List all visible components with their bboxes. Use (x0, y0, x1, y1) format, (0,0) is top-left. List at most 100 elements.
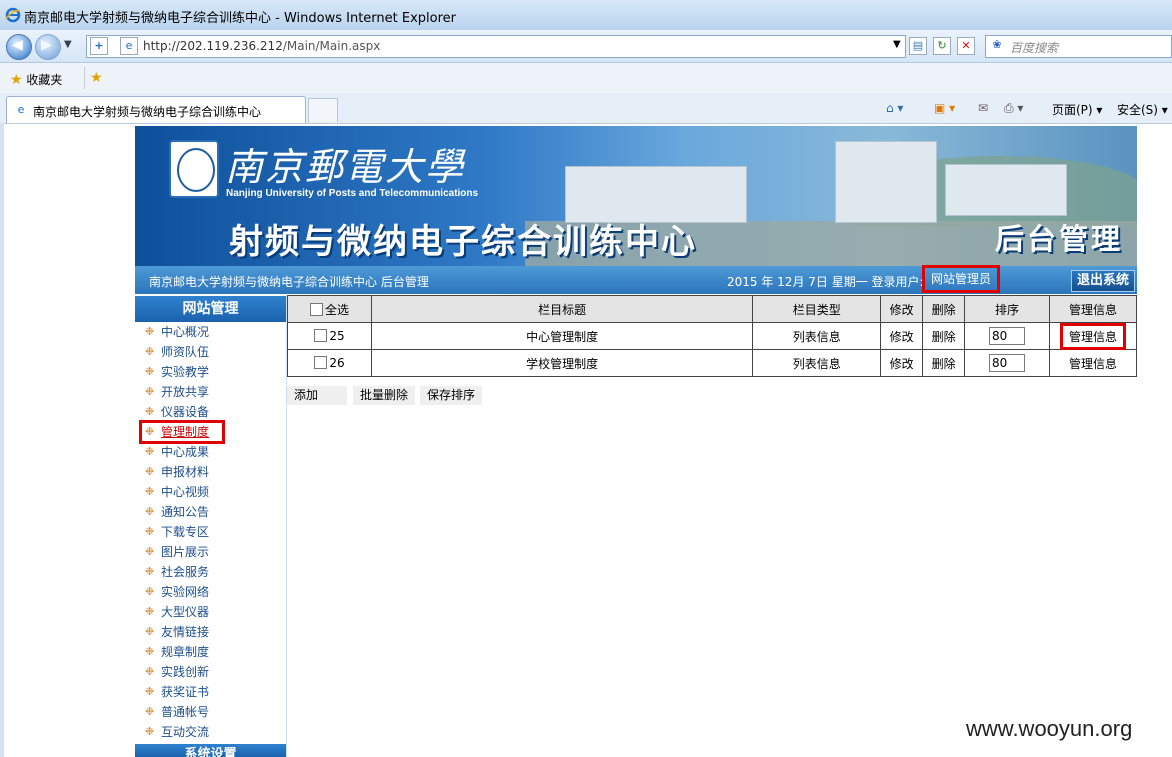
window-title: 南京邮电大学射频与微纳电子综合训练中心 - Windows Internet E… (24, 11, 456, 26)
sidebar-item-label: 中心概况 (161, 325, 210, 339)
add-button[interactable]: 添加 (287, 386, 347, 405)
header-select-all[interactable]: 全选 (287, 295, 372, 323)
bullet-icon: ❉ (145, 665, 155, 678)
search-box[interactable]: ❀ 百度搜索 (985, 35, 1172, 58)
bullet-icon: ❉ (145, 365, 155, 378)
row-sort-cell (964, 349, 1050, 377)
sidebar-item[interactable]: ❉ 实验网络 (135, 582, 286, 602)
window-titlebar: 南京邮电大学射频与微纳电子综合训练中心 - Windows Internet E… (0, 0, 1172, 31)
sort-input[interactable] (989, 327, 1026, 345)
sidebar-item[interactable]: ❉ 仪器设备 (135, 402, 286, 422)
safety-menu[interactable]: 安全(S) ▾ (1117, 101, 1168, 118)
date-login-label: 2015 年 12月 7日 星期一 登录用户: (727, 275, 924, 289)
row-manage-link[interactable]: 管理信息 (1048, 349, 1138, 377)
history-dropdown-icon[interactable]: ▼ (64, 39, 72, 50)
new-tab-button[interactable] (308, 98, 338, 122)
baidu-paw-icon: ❀ (989, 37, 1005, 53)
select-all-checkbox[interactable] (309, 302, 323, 316)
stop-icon[interactable]: ✕ (957, 37, 975, 55)
row-title: 中心管理制度 (370, 322, 754, 350)
sidebar-item-label: 开放共享 (161, 385, 210, 399)
header-type: 栏目类型 (752, 295, 882, 323)
sidebar-item[interactable]: ❉ 友情链接 (135, 622, 286, 642)
compatibility-icon[interactable]: ▤ (909, 37, 927, 55)
sidebar-item[interactable]: ❉ 图片展示 (135, 542, 286, 562)
bullet-icon: ❉ (145, 605, 155, 618)
sidebar-item[interactable]: ❉ 下载专区 (135, 522, 286, 542)
bullet-icon: ❉ (145, 425, 155, 438)
row-edit-link[interactable]: 修改 (880, 322, 924, 350)
current-user: 网站管理员 (921, 265, 1001, 293)
back-button[interactable]: ◀ (6, 34, 32, 60)
row-sort-cell (964, 322, 1050, 350)
add-favorite-icon[interactable]: ★ (90, 70, 103, 86)
sidebar-item[interactable]: ❉ 实验教学 (135, 362, 286, 382)
sidebar-item[interactable]: ❉ 规章制度 (135, 642, 286, 662)
batch-delete-button[interactable]: 批量删除 (353, 386, 416, 405)
address-url[interactable]: http://202.119.236.212/Main/Main.aspx (143, 39, 380, 53)
logout-button[interactable]: 退出系统 (1071, 270, 1135, 292)
forward-button[interactable]: ▶ (35, 34, 61, 60)
sidebar-item[interactable]: ❉ 互动交流 (135, 722, 286, 742)
table-header-row: 全选 栏目标题 栏目类型 修改 删除 排序 管理信息 (287, 295, 1138, 323)
sidebar-item[interactable]: ❉ 社会服务 (135, 562, 286, 582)
row-type: 列表信息 (752, 349, 882, 377)
page-menu[interactable]: 页面(P) ▾ (1052, 101, 1102, 118)
center-title: 射频与微纳电子综合训练中心 (229, 222, 697, 262)
favorites-star-icon: ★ (10, 72, 23, 88)
row-select-cell: 25 (287, 322, 372, 350)
sidebar-item[interactable]: ❉ 普通帐号 (135, 702, 286, 722)
row-type: 列表信息 (752, 322, 882, 350)
university-seal-icon (169, 140, 219, 198)
compat-view-icon[interactable]: + (90, 37, 108, 55)
back-arrow-icon: ◀ (12, 37, 23, 53)
sidebar-section-system[interactable]: 系统设置 (135, 744, 286, 757)
sort-input[interactable] (989, 354, 1026, 372)
row-delete-link[interactable]: 删除 (922, 349, 966, 377)
bullet-icon: ❉ (145, 445, 155, 458)
sidebar-item[interactable]: ❉ 申报材料 (135, 462, 286, 482)
row-checkbox[interactable] (314, 329, 328, 342)
sidebar-item-label: 管理制度 (161, 425, 210, 439)
print-icon[interactable]: ⎙ ▾ (1004, 101, 1023, 116)
sidebar-item[interactable]: ❉ 获奖证书 (135, 682, 286, 702)
sidebar-item[interactable]: ❉ 中心概况 (135, 322, 286, 342)
row-manage-cell: 管理信息 (1048, 322, 1138, 350)
header-sort: 排序 (964, 295, 1050, 323)
bullet-icon: ❉ (145, 625, 155, 638)
bullet-icon: ❉ (145, 405, 155, 418)
sidebar: 网站管理 ❉ 中心概况 ❉ 师资队伍 ❉ 实验教学 ❉ 开放共享 ❉ 仪器设备 ❉ 管理制度… (135, 296, 287, 757)
favorites-button[interactable]: ★ 收藏夹 (10, 71, 62, 88)
row-delete-link[interactable]: 删除 (922, 322, 966, 350)
sidebar-item-label: 友情链接 (161, 625, 210, 639)
home-icon[interactable]: ⌂ ▾ (886, 101, 903, 115)
tab-current[interactable]: e 南京邮电大学射频与微纳电子综合训练中心 (6, 96, 306, 123)
bullet-icon: ❉ (145, 645, 155, 658)
row-title: 学校管理制度 (370, 349, 754, 377)
row-checkbox[interactable] (314, 356, 328, 369)
refresh-icon[interactable]: ↻ (933, 37, 951, 55)
sidebar-item-label: 中心视频 (161, 485, 210, 499)
sidebar-item-active[interactable]: ❉ 管理制度 (139, 420, 225, 444)
mail-icon[interactable]: ✉ (978, 101, 988, 115)
bullet-icon: ❉ (145, 685, 155, 698)
bullet-icon: ❉ (145, 525, 155, 538)
university-name-cn: 南京郵電大學 (225, 145, 466, 189)
manage-info-link[interactable]: 管理信息 (1059, 322, 1127, 350)
sidebar-item[interactable]: ❉ 通知公告 (135, 502, 286, 522)
sidebar-item[interactable]: ❉ 实践创新 (135, 662, 286, 682)
row-edit-link[interactable]: 修改 (880, 349, 924, 377)
sidebar-item[interactable]: ❉ 中心成果 (135, 442, 286, 462)
address-bar[interactable]: + e http://202.119.236.212/Main/Main.asp… (86, 35, 906, 58)
feeds-icon[interactable]: ▣ ▾ (934, 101, 955, 115)
page-icon: e (120, 37, 138, 55)
sidebar-item[interactable]: ❉ 大型仪器 (135, 602, 286, 622)
save-sort-button[interactable]: 保存排序 (420, 386, 483, 405)
sidebar-item[interactable]: ❉ 开放共享 (135, 382, 286, 402)
sidebar-heading: 网站管理 (135, 296, 286, 322)
sidebar-item-label: 大型仪器 (161, 605, 210, 619)
sidebar-item-label: 互动交流 (161, 725, 210, 739)
sidebar-item[interactable]: ❉ 师资队伍 (135, 342, 286, 362)
address-dropdown-icon[interactable]: ▼ (893, 39, 901, 50)
sidebar-item[interactable]: ❉ 中心视频 (135, 482, 286, 502)
